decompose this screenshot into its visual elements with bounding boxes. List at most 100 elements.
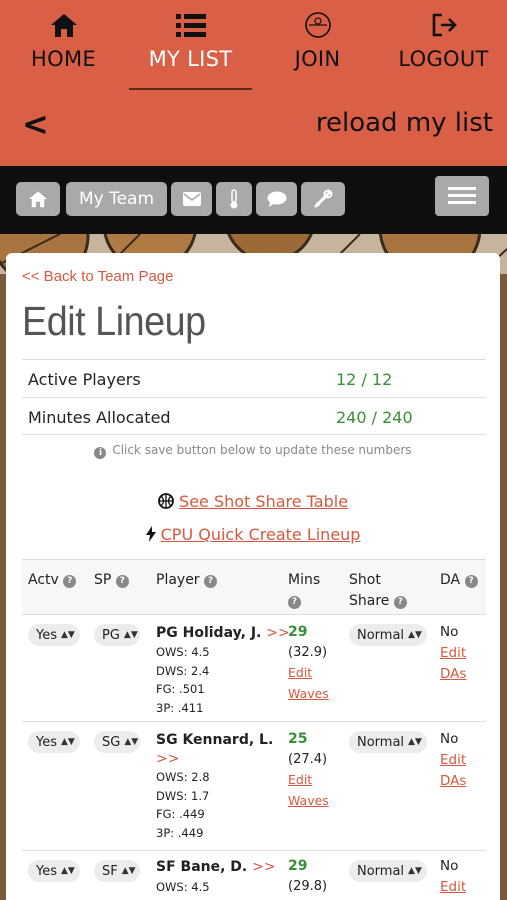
nav-home[interactable]: HOME (0, 0, 127, 93)
nav-home-label: HOME (31, 47, 96, 71)
tools-icon (314, 189, 333, 208)
table-row: Yes ▲▼ PG ▲▼ PG Holiday, J. >> OWS: 4.5 DW… (22, 615, 486, 722)
active-select[interactable]: Yes ▲▼ (28, 624, 80, 646)
back-to-team-link[interactable]: << Back to Team Page (22, 268, 174, 285)
shot-share-select[interactable]: Normal ▲▼ (349, 731, 427, 753)
da-cell: No Edit DAs (440, 622, 466, 685)
hamburger-line (448, 187, 476, 190)
minutes-cell: 25 (27.4) Edit Waves (288, 729, 329, 811)
toolbar-chat-button[interactable] (256, 182, 297, 216)
cpu-quick-create-link-text: CPU Quick Create Lineup (160, 525, 361, 544)
toolbar-mail-button[interactable] (171, 182, 212, 216)
toolbar-thermometer-button[interactable] (216, 182, 252, 216)
home-icon (29, 191, 47, 208)
da-cell: No Edit DAs (440, 729, 466, 792)
help-icon[interactable]: ? (204, 575, 218, 588)
table-row: Yes ▲▼ SF ▲▼ SF Bane, D. >> OWS: 4.5 29 (2… (22, 851, 486, 900)
edit-waves-link[interactable]: Waves (288, 684, 329, 705)
nav-join[interactable]: JOIN (254, 0, 381, 93)
minutes-projected: (29.8) (288, 878, 328, 894)
help-icon[interactable]: ? (464, 575, 478, 588)
player-name[interactable]: SF Bane, D. >> (156, 858, 276, 877)
player-details-link[interactable]: >> (266, 625, 289, 641)
page-title: Edit Lineup (22, 298, 206, 344)
menu-toggle-button[interactable] (435, 176, 489, 216)
edit-waves-link[interactable]: Edit (288, 663, 329, 684)
reload-my-list-button[interactable]: reload my list (316, 108, 493, 138)
stat-dws: DWS: 1.7 (156, 788, 210, 803)
stat-fg: FG: .501 (156, 682, 205, 696)
shot-share-select[interactable]: Normal ▲▼ (349, 624, 427, 646)
nav-my-list-label: MY LIST (148, 47, 233, 71)
chevron-updown-icon: ▲▼ (408, 866, 422, 876)
edit-das-link[interactable]: Edit (440, 877, 466, 898)
edit-das-link[interactable]: DAs (440, 664, 466, 685)
select-value: Yes (36, 627, 57, 643)
list-icon (127, 10, 254, 40)
chevron-updown-icon: ▲▼ (61, 866, 75, 876)
player-name[interactable]: PG Holiday, J. >> (156, 624, 290, 643)
shot-share-link-text: See Shot Share Table (179, 492, 349, 511)
minutes-value[interactable]: 25 (288, 729, 329, 750)
nav-logout[interactable]: LOGOUT (380, 0, 507, 93)
help-icon[interactable]: ? (288, 596, 301, 609)
header-label: SP (94, 572, 112, 588)
help-icon[interactable]: ? (63, 575, 77, 588)
toolbar-home-button[interactable] (16, 182, 60, 216)
back-button[interactable]: < (22, 105, 49, 143)
select-value: SG (102, 734, 121, 750)
stat-ows: OWS: 4.5 (156, 645, 210, 659)
select-value: Yes (36, 863, 57, 879)
toolbar-tools-button[interactable] (301, 182, 345, 216)
position-select[interactable]: SG ▲▼ (94, 731, 140, 753)
mail-icon (182, 192, 201, 206)
save-hint-text: Click save button below to update these … (112, 443, 412, 457)
minutes-value[interactable]: 29 (288, 856, 327, 877)
header-player: Player ? (156, 570, 218, 591)
nav-my-list[interactable]: MY LIST (127, 0, 254, 93)
shot-share-select[interactable]: Normal ▲▼ (349, 860, 427, 882)
stat-label: Active Players (28, 370, 141, 389)
minutes-projected: (32.9) (288, 644, 328, 660)
shot-share-link[interactable]: See Shot Share Table (6, 492, 500, 511)
header-label: Mins (288, 572, 321, 588)
player-name[interactable]: SG Kennard, L. >> (156, 731, 276, 769)
select-value: Yes (36, 734, 57, 750)
player-details-link[interactable]: >> (156, 751, 179, 767)
help-icon[interactable]: ? (393, 596, 407, 609)
help-icon[interactable]: ? (115, 575, 129, 588)
stat-fg: FG: .449 (156, 807, 205, 821)
position-select[interactable]: SF ▲▼ (94, 860, 140, 882)
edit-das-link[interactable]: Edit (440, 750, 466, 771)
header-da: DA ? (440, 570, 478, 591)
player-name-text: SF Bane, D. (156, 859, 248, 875)
cpu-quick-create-link[interactable]: CPU Quick Create Lineup (6, 525, 500, 544)
stat-ows: OWS: 2.8 (156, 770, 210, 784)
lineup-table: Actv ? SP ? Player ? Mins? Shot Share ? D… (22, 559, 486, 900)
active-select[interactable]: Yes ▲▼ (28, 860, 80, 882)
active-select[interactable]: Yes ▲▼ (28, 731, 80, 753)
edit-das-link[interactable]: DAs (440, 771, 466, 792)
player-details-link[interactable]: >> (252, 859, 275, 875)
chevron-updown-icon: ▲▼ (61, 737, 75, 747)
edit-das-link[interactable]: Edit (440, 643, 466, 664)
lightning-icon (145, 526, 156, 542)
chevron-updown-icon: ▲▼ (124, 737, 139, 747)
thermometer-icon (230, 189, 238, 209)
team-toolbar: My Team (0, 166, 507, 234)
header-label: Shot (349, 572, 381, 588)
my-team-button[interactable]: My Team (66, 182, 167, 216)
edit-waves-link[interactable]: Edit (288, 770, 329, 791)
position-select[interactable]: PG ▲▼ (94, 624, 140, 646)
join-badge-icon (254, 10, 381, 40)
header-label: Actv (28, 572, 59, 588)
table-row: Yes ▲▼ SG ▲▼ SG Kennard, L. >> OWS: 2.8 DWS… (22, 722, 486, 851)
reload-bar: < reload my list (0, 93, 507, 166)
select-value: PG (102, 627, 120, 643)
stat-3p: 3P: .449 (156, 825, 204, 840)
minutes-value[interactable]: 29 (288, 622, 329, 643)
nav-logout-label: LOGOUT (398, 47, 489, 71)
stat-value: 12 / 12 (336, 370, 393, 389)
stat-dws: DWS: 2.4 (156, 663, 210, 678)
edit-waves-link[interactable]: Waves (288, 791, 329, 812)
